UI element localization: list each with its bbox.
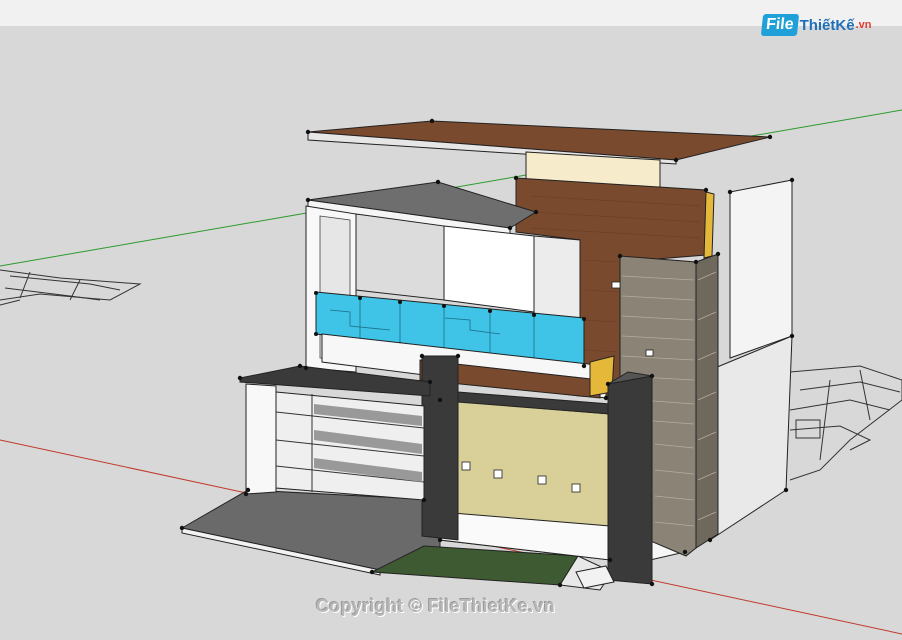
gate-pillar-right (607, 375, 653, 585)
sketchup-house-model[interactable] (0, 26, 902, 640)
side-wall-upper (729, 179, 793, 359)
logo-tld-text: .vn (855, 19, 872, 31)
filethietke-logo: File ThiếtKế .vn (760, 10, 872, 40)
side-wall-lower (709, 335, 793, 541)
floor-plan-left (0, 269, 142, 306)
floor-plan-right (789, 365, 902, 481)
copyright-watermark: Copyright © FileThietKe.vn (316, 596, 556, 616)
logo-file-text: File (760, 14, 799, 36)
3d-modeling-viewport[interactable] (0, 26, 902, 640)
logo-name-text: ThiếtKế (799, 16, 855, 34)
